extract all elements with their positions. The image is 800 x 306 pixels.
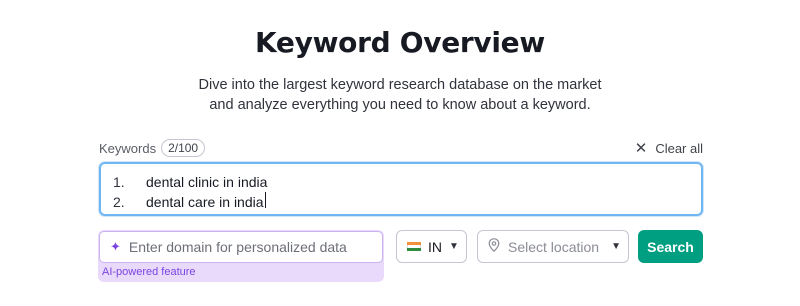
subtitle-line-2: and analyze everything you need to know … — [209, 97, 591, 113]
keywords-count-badge: 2/100 — [161, 139, 206, 157]
keyword-number: 2. — [113, 194, 125, 210]
clear-all-button[interactable]: ✕ Clear all — [635, 139, 703, 157]
clear-all-label: Clear all — [655, 140, 703, 156]
keywords-label-group: Keywords 2/100 — [99, 139, 206, 157]
location-pin-icon — [488, 238, 500, 255]
keywords-label: Keywords — [99, 140, 157, 156]
chevron-down-icon: ▼ — [611, 241, 621, 252]
chevron-down-icon: ▼ — [449, 241, 459, 252]
keyword-line: 2. dental care in india — [113, 192, 689, 212]
database-select[interactable]: IN ▼ — [396, 230, 467, 263]
database-value: IN — [428, 238, 442, 255]
text-caret — [264, 192, 266, 208]
keyword-number: 1. — [113, 174, 125, 190]
keyword-text: dental clinic in india — [146, 174, 268, 190]
subtitle-line-1: Dive into the largest keyword research d… — [198, 77, 602, 93]
keywords-textarea[interactable]: 1. dental clinic in india 2. dental care… — [99, 162, 703, 216]
page-title: Keyword Overview — [255, 26, 545, 59]
keyword-line: 1. dental clinic in india — [113, 172, 689, 192]
sparkle-icon: ✦ — [110, 239, 121, 254]
keywords-header: Keywords 2/100 ✕ Clear all — [99, 138, 703, 158]
location-placeholder: Select location — [508, 238, 600, 255]
domain-input-wrapper: ✦ — [99, 231, 383, 263]
keyword-text: dental care in india — [146, 194, 264, 210]
india-flag-icon — [407, 241, 421, 252]
domain-input[interactable] — [128, 239, 369, 255]
search-button[interactable]: Search — [638, 230, 703, 263]
ai-domain-field: ✦ AI-powered feature — [98, 230, 384, 282]
ai-feature-note: AI-powered feature — [102, 266, 196, 278]
close-icon: ✕ — [634, 140, 648, 157]
location-select[interactable]: Select location ▼ — [477, 230, 629, 263]
page-subtitle: Dive into the largest keyword research d… — [0, 75, 800, 115]
